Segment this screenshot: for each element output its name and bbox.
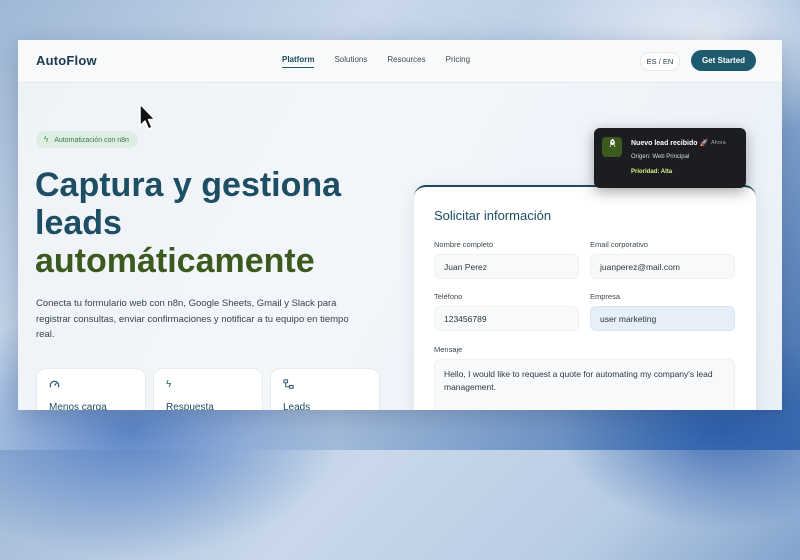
nav-item-solutions[interactable]: Solutions bbox=[334, 55, 367, 68]
notification-origin: Origen: Web Principal bbox=[631, 154, 690, 160]
feature-card-respuesta: ϟ Respuesta bbox=[153, 368, 263, 410]
top-nav: AutoFlow Platform Solutions Resources Pr… bbox=[18, 40, 782, 83]
automation-badge: ϟ Automatización con n8n bbox=[36, 131, 138, 148]
lead-form: Solicitar información Nombre completo Ju… bbox=[414, 185, 756, 410]
hero-title-line-2: leads bbox=[35, 204, 122, 242]
message-field[interactable]: Hello, I would like to request a quote f… bbox=[434, 359, 735, 410]
name-field[interactable]: Juan Perez bbox=[434, 254, 579, 279]
feature-card-leads: Leads bbox=[270, 368, 380, 410]
bolt-icon: ϟ bbox=[166, 379, 172, 390]
mouse-cursor-icon bbox=[139, 103, 156, 130]
name-label: Nombre completo bbox=[434, 240, 494, 249]
hero-title-line-1: Captura y gestiona bbox=[35, 166, 342, 204]
message-label: Mensaje bbox=[434, 345, 463, 354]
feature-title: Leads bbox=[283, 402, 311, 410]
nav-item-platform[interactable]: Platform bbox=[282, 55, 315, 68]
hero-title: Captura y gestiona leads automáticamente bbox=[35, 166, 395, 280]
email-label: Email corporativo bbox=[590, 240, 648, 249]
nav-item-resources[interactable]: Resources bbox=[387, 55, 425, 68]
company-label: Empresa bbox=[590, 292, 621, 301]
badge-label: Automatización con n8n bbox=[54, 137, 129, 144]
hero-title-line-3: automáticamente bbox=[35, 242, 315, 280]
hero-description: Conecta tu formulario web con n8n, Googl… bbox=[36, 298, 349, 340]
feature-card-menos-carga: Menos carga bbox=[36, 368, 146, 410]
nav-item-pricing[interactable]: Pricing bbox=[446, 55, 470, 68]
feature-title: Respuesta bbox=[166, 402, 214, 410]
notification-priority: Prioridad: Alta bbox=[631, 169, 673, 175]
form-title: Solicitar información bbox=[434, 208, 552, 223]
rocket-icon bbox=[602, 137, 622, 157]
bolt-icon: ϟ bbox=[44, 135, 49, 144]
notification-time: Ahora bbox=[711, 140, 726, 146]
workflow-icon bbox=[283, 379, 294, 393]
notification-title: Nuevo lead recibido 🚀 bbox=[631, 140, 709, 147]
nav-menu: Platform Solutions Resources Pricing bbox=[282, 55, 490, 68]
phone-label: Teléfono bbox=[434, 292, 463, 301]
get-started-button[interactable]: Get Started bbox=[691, 50, 756, 71]
company-field[interactable]: user marketing bbox=[590, 306, 735, 331]
email-field[interactable]: juanperez@mail.com bbox=[590, 254, 735, 279]
feature-title: Menos carga bbox=[49, 402, 107, 410]
browser-window: AutoFlow Platform Solutions Resources Pr… bbox=[18, 40, 782, 410]
language-switch[interactable]: ES / EN bbox=[640, 52, 680, 71]
logo[interactable]: AutoFlow bbox=[36, 53, 97, 68]
new-lead-notification[interactable]: Nuevo lead recibido 🚀 Ahora Origen: Web … bbox=[594, 128, 746, 188]
phone-field[interactable]: 123456789 bbox=[434, 306, 579, 331]
gauge-icon bbox=[49, 379, 60, 393]
